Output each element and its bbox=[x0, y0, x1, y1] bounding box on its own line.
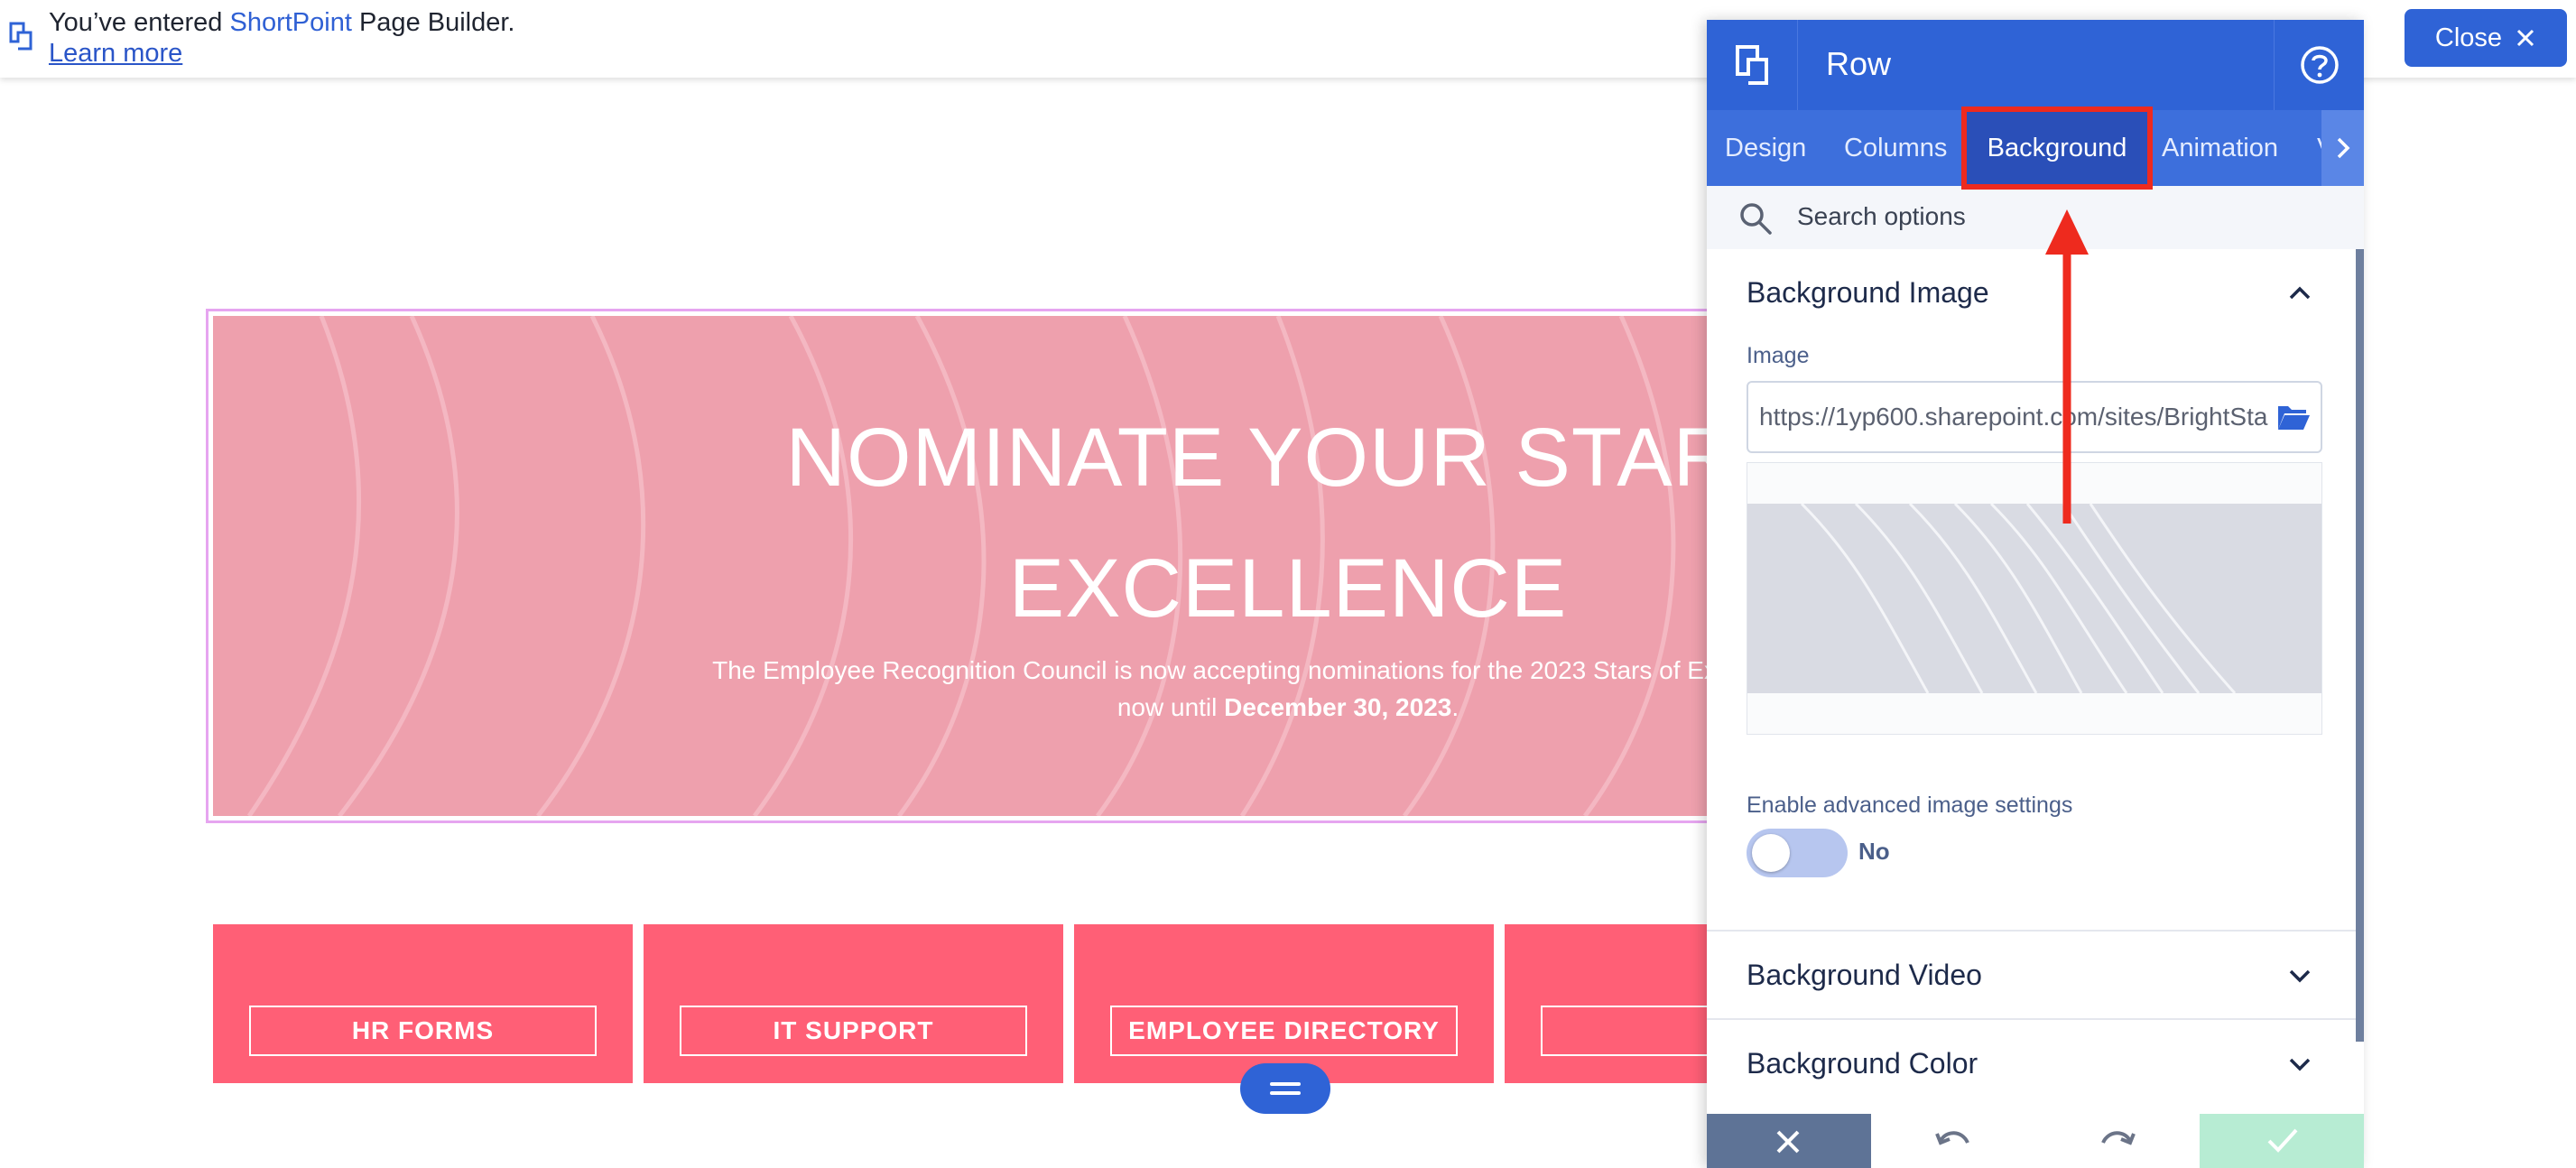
image-url-value: https://1yp600.sharepoint.com/sites/Brig… bbox=[1759, 403, 2268, 431]
undo-button[interactable] bbox=[1871, 1114, 2035, 1168]
image-preview bbox=[1747, 462, 2322, 735]
section-background-image-title[interactable]: Background Image bbox=[1747, 276, 1989, 310]
tab-columns[interactable]: Columns bbox=[1844, 110, 1947, 186]
image-field-label: Image bbox=[1747, 343, 1810, 368]
section-divider bbox=[1707, 930, 2356, 932]
panel-header: Row bbox=[1707, 20, 2364, 110]
section-background-color-title[interactable]: Background Color bbox=[1747, 1047, 1978, 1080]
tab-design[interactable]: Design bbox=[1725, 110, 1806, 186]
advanced-settings-value: No bbox=[1858, 838, 1890, 865]
tile-hr-forms-label[interactable]: HR FORMS bbox=[249, 1006, 597, 1056]
search-options-placeholder: Search options bbox=[1797, 202, 1966, 230]
advanced-settings-label: Enable advanced image settings bbox=[1747, 793, 2073, 818]
apply-button[interactable] bbox=[2200, 1114, 2364, 1168]
section-divider bbox=[1707, 1018, 2356, 1020]
hero-text-prefix: now until bbox=[1117, 693, 1225, 721]
advanced-settings-toggle[interactable] bbox=[1747, 829, 1848, 877]
builder-menu-button[interactable] bbox=[1240, 1063, 1330, 1114]
close-button-label: Close bbox=[2434, 23, 2503, 52]
annotation-arrow bbox=[2045, 209, 2089, 524]
redo-button[interactable] bbox=[2035, 1114, 2200, 1168]
redo-icon bbox=[2101, 1131, 2136, 1145]
chevron-down-icon[interactable] bbox=[2284, 960, 2315, 991]
search-options-field[interactable]: Search options bbox=[1707, 186, 2364, 249]
tile-hr-forms[interactable]: HR FORMS bbox=[213, 924, 633, 1083]
tile-it-support-label[interactable]: IT SUPPORT bbox=[680, 1006, 1027, 1056]
section-background-video-title[interactable]: Background Video bbox=[1747, 959, 1982, 992]
tile-employee-directory[interactable]: EMPLOYEE DIRECTORY bbox=[1074, 924, 1494, 1083]
chevron-right-icon bbox=[2337, 137, 2349, 159]
panel-scrollbar[interactable] bbox=[2356, 249, 2364, 1042]
hero-deadline: December 30, 2023 bbox=[1224, 693, 1452, 721]
row-settings-panel: Row Design Columns Background Animation … bbox=[1707, 20, 2364, 1168]
help-icon bbox=[2301, 46, 2339, 84]
chevron-up-icon[interactable] bbox=[2284, 278, 2315, 309]
panel-footer bbox=[1707, 1114, 2364, 1168]
search-icon bbox=[1740, 203, 1772, 235]
notice-prefix: You’ve entered bbox=[49, 8, 230, 37]
check-icon bbox=[2267, 1128, 2298, 1153]
menu-icon bbox=[1270, 1082, 1301, 1095]
shortpoint-logo-icon bbox=[9, 22, 32, 51]
tab-animation[interactable]: Animation bbox=[2162, 110, 2278, 186]
cancel-button[interactable] bbox=[1707, 1114, 1871, 1168]
builder-notice-text: You’ve entered ShortPoint Page Builder. bbox=[49, 7, 514, 38]
help-button[interactable] bbox=[2274, 20, 2364, 110]
chevron-down-icon[interactable] bbox=[2284, 1049, 2315, 1080]
notice-brand: ShortPoint bbox=[229, 8, 352, 37]
image-thumbnail bbox=[1747, 504, 2321, 693]
close-builder-button[interactable]: Close bbox=[2405, 9, 2567, 67]
learn-more-link[interactable]: Learn more bbox=[49, 39, 182, 69]
tile-employee-directory-label[interactable]: EMPLOYEE DIRECTORY bbox=[1110, 1006, 1458, 1056]
close-icon bbox=[2517, 29, 2534, 47]
annotation-highlight-box bbox=[1961, 107, 2153, 190]
folder-open-icon[interactable] bbox=[2275, 401, 2312, 433]
shortpoint-logo-icon bbox=[1736, 45, 1768, 85]
toggle-knob bbox=[1752, 834, 1790, 872]
cancel-x-icon bbox=[1776, 1130, 1800, 1154]
panel-title: Row bbox=[1826, 45, 1892, 82]
undo-icon bbox=[1935, 1131, 1969, 1145]
panel-logo bbox=[1707, 20, 1798, 110]
image-url-input[interactable]: https://1yp600.sharepoint.com/sites/Brig… bbox=[1747, 381, 2322, 453]
notice-suffix: Page Builder. bbox=[351, 8, 515, 37]
tile-it-support[interactable]: IT SUPPORT bbox=[644, 924, 1063, 1083]
tabs-scroll-right-button[interactable] bbox=[2321, 110, 2364, 186]
hero-text-suffix: . bbox=[1451, 693, 1459, 721]
